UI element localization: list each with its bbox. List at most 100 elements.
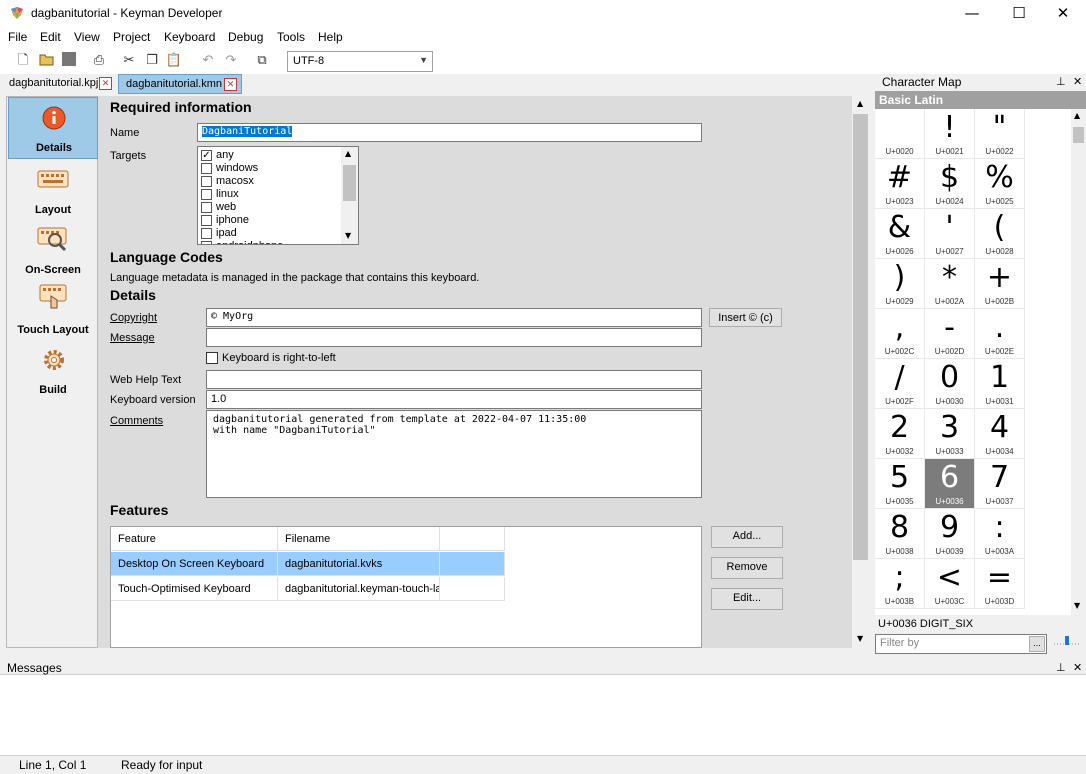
pin-icon[interactable]: ⊥ [1056, 661, 1066, 674]
charmap-cell[interactable]: ; U+003B [875, 559, 925, 609]
print-icon[interactable]: ⎙ [90, 52, 108, 70]
checkbox-icon[interactable] [201, 189, 212, 200]
add-feature-button[interactable]: Add... [711, 526, 783, 548]
scroll-thumb[interactable] [1073, 127, 1084, 143]
nav-touch-layout[interactable]: Touch Layout [8, 280, 98, 340]
checkbox-icon[interactable] [201, 202, 212, 213]
charmap-cell[interactable]: 9 U+0039 [925, 509, 975, 559]
checkbox-icon[interactable] [201, 163, 212, 174]
edit-feature-button[interactable]: Edit... [711, 588, 783, 610]
name-field[interactable]: DagbaniTutorial [197, 123, 702, 142]
rtl-checkbox[interactable] [206, 352, 218, 364]
rtl-label[interactable]: Keyboard is right-to-left [222, 352, 336, 364]
table-row-extra[interactable] [440, 552, 505, 576]
chevron-down-icon[interactable]: ▼ [857, 634, 863, 643]
table-row-feature[interactable]: Touch-Optimised Keyboard [111, 577, 278, 601]
charmap-cell[interactable]: & U+0026 [875, 209, 925, 259]
pin-icon[interactable]: ⊥ [1056, 75, 1066, 88]
insert-copyright-button[interactable]: Insert © (c) [709, 308, 782, 327]
charmap-cell[interactable]: ' U+0027 [925, 209, 975, 259]
charmap-cell[interactable]: / U+002F [875, 359, 925, 409]
charmap-cell[interactable]: 1 U+0031 [975, 359, 1025, 409]
charmap-close-icon[interactable]: ✕ [1073, 75, 1082, 88]
version-field[interactable]: 1.0 [206, 390, 702, 409]
nav-build[interactable]: Build [8, 340, 98, 400]
tab-kmn[interactable]: dagbanitutorial.kmn ✕ [118, 74, 242, 94]
save-icon[interactable] [60, 52, 78, 70]
charmap-cell[interactable]: ! U+0021 [925, 109, 975, 159]
charmap-cell[interactable]: < U+003C [925, 559, 975, 609]
column-header-feature[interactable]: Feature [111, 527, 278, 551]
charmap-cell[interactable]: " U+0022 [975, 109, 1025, 159]
scroll-thumb[interactable] [853, 114, 868, 560]
nav-on-screen[interactable]: On-Screen [8, 220, 98, 280]
checkbox-icon[interactable] [201, 176, 212, 187]
charmap-cell[interactable]: + U+002B [975, 259, 1025, 309]
filter-input[interactable]: Filter by [875, 634, 1047, 654]
messages-close-icon[interactable]: ✕ [1073, 661, 1082, 674]
menu-view[interactable]: View [74, 30, 100, 44]
chevron-up-icon[interactable]: ▲ [1074, 111, 1080, 120]
table-row-feature[interactable]: Desktop On Screen Keyboard [111, 552, 278, 576]
menu-project[interactable]: Project [113, 30, 150, 44]
menu-file[interactable]: File [8, 30, 27, 44]
scroll-thumb[interactable] [343, 165, 356, 201]
charmap-cell[interactable]: 8 U+0038 [875, 509, 925, 559]
chevron-up-icon[interactable]: ▲ [857, 99, 863, 108]
charmap-cell[interactable]: 3 U+0033 [925, 409, 975, 459]
menu-help[interactable]: Help [318, 30, 343, 44]
copy-icon[interactable]: ❐ [143, 52, 161, 70]
maximize-button[interactable]: ☐ [996, 0, 1042, 28]
charmap-cell[interactable]: - U+002D [925, 309, 975, 359]
nav-layout[interactable]: Layout [8, 160, 98, 220]
charmap-cell[interactable]: 5 U+0035 [875, 459, 925, 509]
message-field[interactable] [206, 328, 702, 347]
table-row-filename[interactable]: dagbanitutorial.keyman-touch-layout [278, 577, 440, 601]
encoding-select[interactable]: UTF-8 ▼ [287, 51, 433, 72]
table-row-extra[interactable] [440, 577, 505, 601]
targets-scrollbar[interactable]: ▲ ▼ [341, 147, 358, 244]
charmap-cell[interactable]: ) U+0029 [875, 259, 925, 309]
nav-details[interactable]: Details [8, 97, 98, 159]
charmap-cell[interactable]: : U+003A [975, 509, 1025, 559]
undo-icon[interactable]: ↶ [199, 52, 217, 70]
menu-edit[interactable]: Edit [40, 30, 61, 44]
zoom-slider[interactable] [1052, 634, 1082, 650]
charmap-cell[interactable]: * U+002A [925, 259, 975, 309]
charmap-scrollbar[interactable]: ▲ ▼ [1071, 109, 1086, 615]
chevron-up-icon[interactable]: ▲ [345, 149, 351, 158]
close-window-button[interactable]: ✕ [1040, 0, 1086, 28]
charmap-cell[interactable]: 2 U+0032 [875, 409, 925, 459]
minimize-button[interactable]: — [949, 0, 995, 28]
webhelp-field[interactable] [206, 370, 702, 389]
cut-icon[interactable]: ✂ [120, 52, 138, 70]
charmap-cell[interactable]: (U+0028 [975, 209, 1025, 259]
charmap-cell[interactable]: 4 U+0034 [975, 409, 1025, 459]
new-file-icon[interactable]: 🗋 [14, 52, 32, 70]
charmap-cell[interactable]: # U+0023 [875, 159, 925, 209]
charmap-grid[interactable]: U+0020! U+0021 " U+0022 # U+0023 $ U+0024% U+002… [875, 109, 1071, 615]
charmap-cell[interactable]: $ U+0024 [925, 159, 975, 209]
window-icon[interactable]: ⧉ [253, 52, 271, 70]
table-row-filename[interactable]: dagbanitutorial.kvks [278, 552, 440, 576]
charmap-cell[interactable]: 6 U+0036 [925, 459, 975, 509]
targets-list[interactable]: ✓ any windows macosx linux web iphone ipa… [197, 146, 359, 245]
filter-button[interactable]: ... [1029, 636, 1045, 652]
charmap-cell[interactable]: 0 U+0030 [925, 359, 975, 409]
chevron-down-icon[interactable]: ▼ [345, 231, 351, 240]
charmap-cell[interactable]: % U+0025 [975, 159, 1025, 209]
copyright-field[interactable]: © MyOrg [206, 308, 702, 327]
checkbox-icon[interactable] [201, 215, 212, 226]
chevron-down-icon[interactable]: ▼ [1074, 601, 1080, 610]
menu-debug[interactable]: Debug [228, 30, 263, 44]
menu-tools[interactable]: Tools [277, 30, 305, 44]
menu-keyboard[interactable]: Keyboard [164, 30, 215, 44]
tab-kpj[interactable]: dagbanitutorial.kpj ✕ [2, 74, 117, 94]
features-grid[interactable]: Feature Filename Desktop On Screen Keybo… [110, 526, 702, 648]
main-scrollbar[interactable]: ▲ ▼ [852, 96, 870, 648]
redo-icon[interactable]: ↷ [222, 52, 240, 70]
paste-icon[interactable]: 📋 [165, 52, 183, 70]
comments-field[interactable]: dagbanitutorial generated from template … [206, 410, 702, 498]
checkbox-icon[interactable] [201, 228, 212, 239]
close-icon[interactable]: ✕ [99, 77, 112, 90]
